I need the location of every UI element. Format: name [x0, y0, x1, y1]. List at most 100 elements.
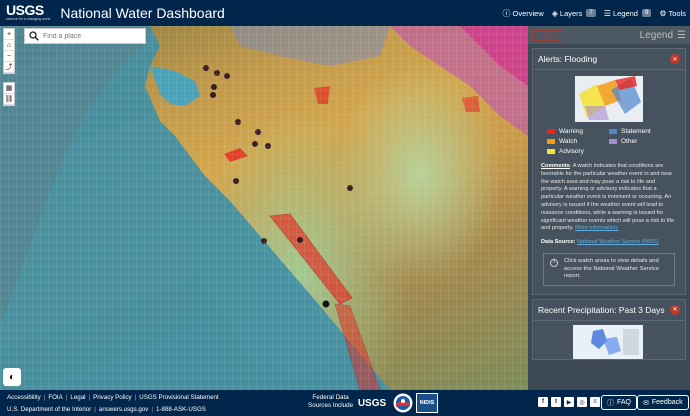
- precip-overlay-blue: [230, 26, 390, 66]
- footer-link-legal[interactable]: Legal: [70, 394, 85, 401]
- layers-icon: ◈: [551, 8, 558, 18]
- rss-icon[interactable]: ≡: [590, 397, 600, 407]
- noaa-seal-icon: [393, 393, 413, 413]
- question-icon: ⓘ: [607, 399, 614, 407]
- nav-layers[interactable]: ◈ Layers 7: [552, 9, 596, 18]
- globe-basemap-icon[interactable]: ◐: [3, 368, 21, 386]
- noaa-logo[interactable]: [392, 393, 414, 413]
- social-links: f t ▶ ◎ ≡: [538, 397, 600, 407]
- nidis-logo[interactable]: NIDIS: [416, 393, 438, 413]
- zoom-in-button[interactable]: +: [4, 29, 14, 40]
- flood-watch-polygon-east[interactable]: [462, 96, 480, 112]
- facebook-icon[interactable]: f: [538, 397, 548, 407]
- separator: |: [88, 394, 91, 401]
- footer: Accessibility | FOIA | Legal | Privacy Poli…: [0, 390, 690, 416]
- footer-link-provisional[interactable]: USGS Provisional Statement: [139, 394, 218, 401]
- map-canvas: [0, 26, 528, 390]
- legend-item-advisory: Advisory: [547, 148, 609, 155]
- legend-item-warning: Warning: [547, 128, 609, 135]
- legend-label: Other: [621, 138, 638, 145]
- bay-area: [150, 66, 200, 106]
- remove-layer-button[interactable]: ✕: [670, 304, 680, 315]
- footer-links: Accessibility | FOIA | Legal | Privacy Poli…: [7, 394, 219, 401]
- logo-tagline: science for a changing world: [6, 17, 51, 21]
- gauge-marker[interactable]: [252, 141, 258, 147]
- link-icon[interactable]: ⛓: [4, 94, 14, 105]
- info-icon: ⓘ: [502, 8, 511, 18]
- separator: |: [151, 406, 154, 413]
- more-info-link[interactable]: More information.: [575, 225, 619, 231]
- gauge-marker[interactable]: [322, 300, 330, 308]
- remove-layer-button[interactable]: ✕: [670, 54, 680, 64]
- footer-link-accessibility[interactable]: Accessibility: [7, 394, 41, 401]
- gauge-marker[interactable]: [255, 129, 261, 135]
- home-button[interactable]: ⌂: [4, 40, 14, 51]
- nav-layers-label: Layers: [559, 8, 583, 18]
- footer-links-secondary: U.S. Department of the Interior | answers…: [7, 406, 206, 413]
- statement-swatch: [609, 129, 617, 134]
- footer-link-privacy[interactable]: Privacy Policy: [93, 394, 132, 401]
- zoom-controls: + ⌂ − ⤴: [3, 28, 15, 74]
- precip-legend-image: [573, 324, 643, 359]
- feedback-button[interactable]: ✉ Feedback: [637, 395, 689, 410]
- flood-watch-polygon-small[interactable]: [224, 148, 248, 162]
- legend-panel: ✕ Close Legend ☰ Alerts: Flooding ✕ Warn…: [528, 26, 690, 390]
- data-source-label: Data Source:: [541, 239, 576, 246]
- nav-overview[interactable]: ⓘ Overview: [502, 8, 543, 19]
- legend-label: Watch: [559, 138, 578, 145]
- app-title: National Water Dashboard: [60, 5, 225, 21]
- gauge-marker[interactable]: [297, 237, 303, 243]
- nidis-text: NIDIS: [419, 400, 435, 406]
- flood-watch-polygon-north[interactable]: [314, 86, 330, 104]
- faq-label: FAQ: [617, 399, 632, 406]
- nav-legend-label: Legend: [612, 8, 638, 18]
- alerts-card-title: Alerts: Flooding: [538, 54, 598, 64]
- usgs-partner-logo[interactable]: USGS: [354, 393, 390, 413]
- zoom-out-button[interactable]: −: [4, 51, 14, 62]
- advisory-swatch: [547, 149, 555, 154]
- separator: |: [43, 394, 46, 401]
- search-input[interactable]: [43, 32, 143, 40]
- usgs-logo[interactable]: USGS science for a changing world: [6, 3, 50, 21]
- footer-link-answers[interactable]: answers.usgs.gov: [99, 406, 149, 413]
- recent-precip-card: Recent Precipitation: Past 3 Days ✕: [532, 298, 686, 360]
- legend-count-badge: 8: [641, 9, 652, 17]
- gauge-marker[interactable]: [210, 92, 216, 98]
- gauge-marker[interactable]: [233, 178, 239, 184]
- chat-icon: ✉: [643, 399, 649, 407]
- nav-tools[interactable]: ⚙ Tools: [659, 9, 686, 18]
- federal-data-label: Federal Data Sources Include: [308, 394, 353, 410]
- gauge-marker[interactable]: [261, 238, 267, 244]
- nws-source-link[interactable]: National Weather Service (NWS): [577, 239, 659, 245]
- alerts-flooding-card: Alerts: Flooding ✕ Warning Statement Wat…: [532, 48, 686, 295]
- close-button[interactable]: ✕ Close: [532, 29, 563, 41]
- youtube-icon[interactable]: ▶: [564, 397, 574, 407]
- close-label: Close: [542, 32, 559, 39]
- footer-link-doi[interactable]: U.S. Department of the Interior: [7, 406, 91, 413]
- gear-icon: ⚙: [659, 8, 667, 18]
- legend-label: Advisory: [559, 148, 584, 155]
- precip-card-header: Recent Precipitation: Past 3 Days ✕: [533, 300, 685, 321]
- alerts-comments: Comments: A watch indicates that conditi…: [533, 159, 685, 237]
- alerts-legend-list: Warning Statement Watch Other Advisory: [533, 122, 685, 159]
- footer-link-foia[interactable]: FOIA: [48, 394, 62, 401]
- gauge-marker[interactable]: [235, 119, 241, 125]
- gauge-marker[interactable]: [224, 73, 230, 79]
- gauge-marker[interactable]: [203, 65, 209, 71]
- faq-button[interactable]: ⓘ FAQ: [601, 395, 638, 410]
- footer-link-phone[interactable]: 1-888-ASK-USGS: [156, 406, 206, 413]
- watch-swatch: [547, 139, 555, 144]
- legend-item-statement: Statement: [609, 128, 671, 135]
- gauge-marker[interactable]: [211, 84, 217, 90]
- legend-icon: ☰: [603, 8, 611, 18]
- locate-button[interactable]: ⤴: [4, 62, 14, 73]
- basemap-toggle-icon[interactable]: ▦: [4, 83, 14, 94]
- twitter-icon[interactable]: t: [551, 397, 561, 407]
- gauge-marker[interactable]: [265, 143, 271, 149]
- instagram-icon[interactable]: ◎: [577, 397, 587, 407]
- precip-legend-graphic: [573, 324, 643, 359]
- gauge-marker[interactable]: [214, 70, 220, 76]
- map-view[interactable]: + ⌂ − ⤴ ▦ ⛓ ◐: [0, 26, 528, 390]
- gauge-marker[interactable]: [347, 185, 353, 191]
- nav-legend[interactable]: ☰ Legend 8: [604, 9, 652, 18]
